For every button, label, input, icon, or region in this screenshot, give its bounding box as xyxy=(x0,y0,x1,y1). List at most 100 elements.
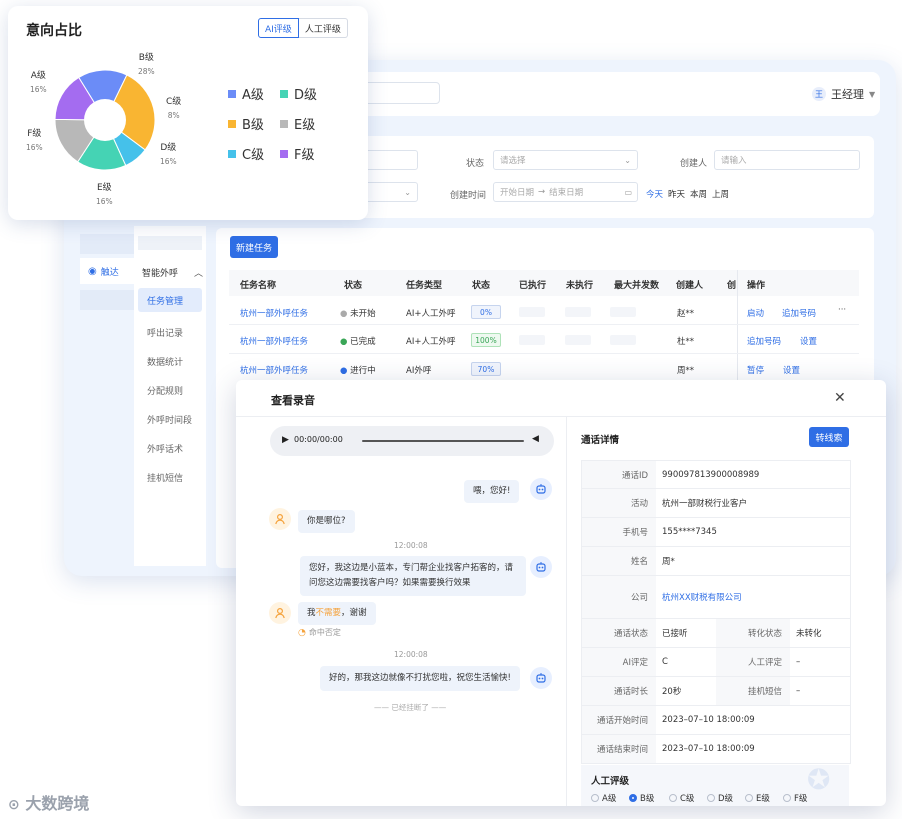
quick-today[interactable]: 今天 xyxy=(646,188,663,200)
settings-action[interactable]: 设置 xyxy=(800,335,817,347)
rating-radio-b[interactable]: B级 xyxy=(629,792,654,804)
new-task-button[interactable]: 新建任务 xyxy=(230,236,278,258)
subnav-task-management[interactable]: 任务管理 xyxy=(138,288,202,312)
customer-avatar-icon xyxy=(269,602,291,624)
quick-yesterday[interactable]: 昨天 xyxy=(668,188,685,200)
modal-column-divider xyxy=(566,417,567,806)
company-link[interactable]: 杭州XX财税有限公司 xyxy=(656,576,850,618)
task-name-link[interactable]: 杭州一部外呼任务 xyxy=(240,335,308,347)
legend-c: C级 xyxy=(228,144,264,163)
subnav-hangup-sms[interactable]: 挂机短信 xyxy=(147,471,183,484)
add-number-action[interactable]: 追加号码 xyxy=(747,335,781,347)
audio-progress-track[interactable] xyxy=(362,440,524,442)
customer-message: 我不需要，谢谢 xyxy=(298,602,376,625)
call-detail-table: 通话ID 990097813900008989 活动 杭州一部财税行业客户 手机号 1… xyxy=(581,460,851,764)
pie-label-f: F级 16% xyxy=(26,129,43,152)
col-actions: 操作 xyxy=(747,281,766,291)
time-filter-label: 创建时间 xyxy=(450,191,487,201)
col-status: 状态 xyxy=(344,281,363,291)
subnav-placeholder xyxy=(138,236,202,250)
start-action[interactable]: 启动 xyxy=(747,307,764,319)
progress-badge: 100% xyxy=(471,333,501,347)
subnav-script[interactable]: 外呼话术 xyxy=(147,442,183,455)
task-creator: 周** xyxy=(677,366,695,376)
date-range-picker[interactable]: 开始日期 → 结束日期 ▭ xyxy=(493,182,638,202)
legend-f: F级 xyxy=(280,144,314,163)
legend-d: D级 xyxy=(280,84,317,103)
customer-avatar-icon xyxy=(269,508,291,530)
subnav-statistics[interactable]: 数据统计 xyxy=(147,355,183,368)
placeholder-cell xyxy=(610,335,636,345)
user-avatar: 王 xyxy=(812,87,826,101)
placeholder-cell xyxy=(565,335,591,345)
col-task-name: 任务名称 xyxy=(240,281,277,291)
detail-row: AI评定 C 人工评定 – xyxy=(582,648,850,677)
subnav-call-records[interactable]: 呼出记录 xyxy=(147,326,183,339)
task-name-link[interactable]: 杭州一部外呼任务 xyxy=(240,307,308,319)
detail-row: 通话ID 990097813900008989 xyxy=(582,461,850,489)
subnav-assign-rules[interactable]: 分配规则 xyxy=(147,384,183,397)
creator-filter-input[interactable]: 请输入 xyxy=(714,150,860,170)
task-type: AI+人工外呼 xyxy=(406,309,456,319)
task-status: ● 未开始 xyxy=(340,309,376,319)
status-filter-select[interactable]: 请选择 ⌄ xyxy=(493,150,638,170)
status-dot-icon: ● xyxy=(340,337,348,347)
status-dot-icon: ● xyxy=(340,309,348,319)
rating-radio-f[interactable]: F级 xyxy=(783,792,807,804)
subnav-group-outbound[interactable]: 智能外呼 ︿ xyxy=(142,266,203,279)
detail-row: 通话结束时间 2023–07–10 18:00:09 xyxy=(582,735,850,763)
legend-b: B级 xyxy=(228,114,264,133)
close-icon[interactable]: ✕ xyxy=(834,390,846,406)
play-icon[interactable]: ▶ xyxy=(282,435,289,445)
rating-radio-d[interactable]: D级 xyxy=(707,792,733,804)
user-menu[interactable]: 王 王经理 ▼ xyxy=(812,86,875,102)
add-number-action[interactable]: 追加号码 xyxy=(782,307,816,319)
col-max-concurrency: 最大并发数 xyxy=(614,281,660,291)
rating-radio-a[interactable]: A级 xyxy=(591,792,616,804)
progress-badge: 70% xyxy=(471,362,501,376)
volume-icon[interactable]: ◀ xyxy=(532,434,539,444)
check-circle-icon: ◔ xyxy=(298,627,306,638)
pause-action[interactable]: 暂停 xyxy=(747,364,764,376)
nav-placeholder xyxy=(80,290,134,310)
robot-avatar-icon xyxy=(530,556,552,578)
message-time: 12:00:08 xyxy=(394,650,428,659)
manual-rating-panel: 人工评级 A级 B级 C级 D级 E级 F级 ✪ xyxy=(581,763,849,806)
pie-hole xyxy=(84,99,126,141)
logo-icon: ⊙ xyxy=(8,797,20,813)
placeholder-cell xyxy=(610,307,636,317)
bot-message: 好的，那我这边就像不打扰您啦，祝您生活愉快! xyxy=(320,666,520,691)
row-divider xyxy=(229,353,859,354)
settings-action[interactable]: 设置 xyxy=(783,364,800,376)
chevron-down-icon: ⌄ xyxy=(404,187,411,197)
badge-watermark-icon: ✪ xyxy=(807,763,831,796)
task-name-link[interactable]: 杭州一部外呼任务 xyxy=(240,364,308,376)
detail-row: 姓名 周* xyxy=(582,547,850,576)
row-divider xyxy=(229,324,859,325)
detail-row: 公司 杭州XX财税有限公司 xyxy=(582,576,850,619)
pie-label-a: A级 16% xyxy=(30,71,47,94)
quick-last-week[interactable]: 上周 xyxy=(712,188,729,200)
quick-this-week[interactable]: 本周 xyxy=(690,188,707,200)
detail-row: 通话开始时间 2023–07–10 18:00:09 xyxy=(582,706,850,735)
placeholder-cell xyxy=(519,335,545,345)
nav-item-reach[interactable]: ◉ 触达 xyxy=(80,258,134,284)
task-creator: 杜** xyxy=(677,337,695,347)
sub-nav: 智能外呼 ︿ 任务管理 呼出记录 数据统计 分配规则 外呼时间段 外呼话术 挂机… xyxy=(134,226,206,566)
more-icon[interactable]: ··· xyxy=(838,305,846,315)
task-status: ● 已完成 xyxy=(340,337,376,347)
bot-message: 喂，您好! xyxy=(464,480,520,503)
task-type: AI+人工外呼 xyxy=(406,337,456,347)
rating-radio-c[interactable]: C级 xyxy=(669,792,694,804)
rating-radio-e[interactable]: E级 xyxy=(745,792,770,804)
col-executed: 已执行 xyxy=(519,281,547,291)
negative-keyword: 不需要 xyxy=(315,608,342,618)
transfer-lead-button[interactable]: 转线索 xyxy=(809,427,849,447)
target-icon: ◉ xyxy=(88,265,97,277)
brand-watermark: ⊙ 大数跨境 xyxy=(8,794,90,813)
placeholder-cell xyxy=(565,307,591,317)
detail-row: 通话时长 20秒 挂机短信 – xyxy=(582,677,850,706)
status-dot-icon: ● xyxy=(340,366,348,376)
subnav-call-time[interactable]: 外呼时间段 xyxy=(147,413,192,426)
pie-label-c: C级 8% xyxy=(166,97,182,120)
